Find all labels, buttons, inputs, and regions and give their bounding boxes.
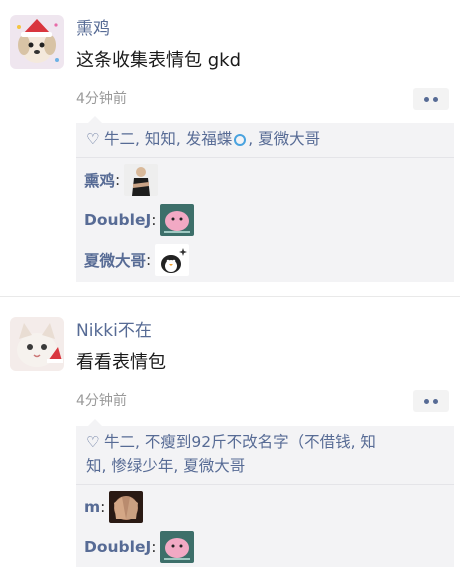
likes-names-line2[interactable]: 知, 惨绿少年, 夏微大哥 xyxy=(86,457,245,475)
commenter-name[interactable]: m xyxy=(84,498,100,516)
more-button[interactable] xyxy=(413,88,449,110)
panel-arrow xyxy=(88,116,102,123)
ring-emoji-icon xyxy=(234,133,247,146)
avatar[interactable] xyxy=(10,15,64,69)
comment-colon: : xyxy=(146,251,152,269)
more-dots-icon-dot xyxy=(433,399,438,404)
pink-blob-sticker[interactable] xyxy=(160,531,195,563)
hands-covering-face-sticker[interactable] xyxy=(109,491,144,523)
more-dots-icon-dot xyxy=(433,97,438,102)
comment-item: m : xyxy=(76,487,454,527)
penguin-sticker[interactable] xyxy=(155,244,190,276)
commenter-name[interactable]: DoubleJ xyxy=(84,538,151,556)
likes-comments-panel: ♡ 牛二, 知知, 发福蝶 , 夏微大哥 熏鸡 : DoubleJ : 夏微大哥 … xyxy=(76,116,454,282)
likes-list: ♡ 牛二, 知知, 发福蝶 , 夏微大哥 xyxy=(76,123,454,158)
comment-colon: : xyxy=(151,538,157,556)
post-text: 这条收集表情包 gkd xyxy=(76,50,241,71)
comment-colon: : xyxy=(151,211,157,229)
author-name[interactable]: 熏鸡 xyxy=(76,19,110,39)
author-name[interactable]: Nikki不在 xyxy=(76,321,152,341)
comment-colon: : xyxy=(115,171,121,189)
panel-arrow xyxy=(88,419,102,426)
comment-item: DoubleJ : xyxy=(76,200,454,240)
post-time: 4分钟前 xyxy=(76,91,127,107)
post-time: 4分钟前 xyxy=(76,393,127,409)
heart-outline-icon: ♡ xyxy=(86,130,100,148)
comment-item: 熏鸡 : xyxy=(76,160,454,200)
comment-item: 夏微大哥 : xyxy=(76,240,454,280)
moment-post: 熏鸡 这条收集表情包 gkd 4分钟前 ♡ 牛二, 知知, 发福蝶 , 夏微大哥 熏… xyxy=(0,0,460,290)
avatar[interactable] xyxy=(10,317,64,371)
crossed-arms-person-sticker[interactable] xyxy=(124,164,159,196)
commenter-name[interactable]: 熏鸡 xyxy=(84,169,115,191)
likes-list: ♡ 牛二, 不瘦到92斤不改名字（不借钱, 知 知, 惨绿少年, 夏微大哥 xyxy=(76,426,454,485)
moment-post: Nikki不在 看看表情包 4分钟前 ♡ 牛二, 不瘦到92斤不改名字（不借钱, … xyxy=(0,297,460,567)
more-dots-icon xyxy=(424,399,429,404)
comment-colon: : xyxy=(100,498,106,516)
commenter-name[interactable]: DoubleJ xyxy=(84,211,151,229)
heart-outline-icon: ♡ xyxy=(86,433,100,451)
pink-blob-sticker[interactable] xyxy=(160,204,195,236)
likes-names[interactable]: 牛二, 知知, 发福蝶 xyxy=(104,130,232,148)
likes-names[interactable]: 牛二, 不瘦到92斤不改名字（不借钱, 知 xyxy=(104,433,376,451)
more-dots-icon xyxy=(424,97,429,102)
commenter-name[interactable]: 夏微大哥 xyxy=(84,249,146,271)
likes-comments-panel: ♡ 牛二, 不瘦到92斤不改名字（不借钱, 知 知, 惨绿少年, 夏微大哥 m :… xyxy=(76,419,454,567)
likes-names-tail[interactable]: , 夏微大哥 xyxy=(248,130,320,148)
more-button[interactable] xyxy=(413,390,449,412)
post-text: 看看表情包 xyxy=(76,352,166,373)
comment-item: DoubleJ : xyxy=(76,527,454,567)
